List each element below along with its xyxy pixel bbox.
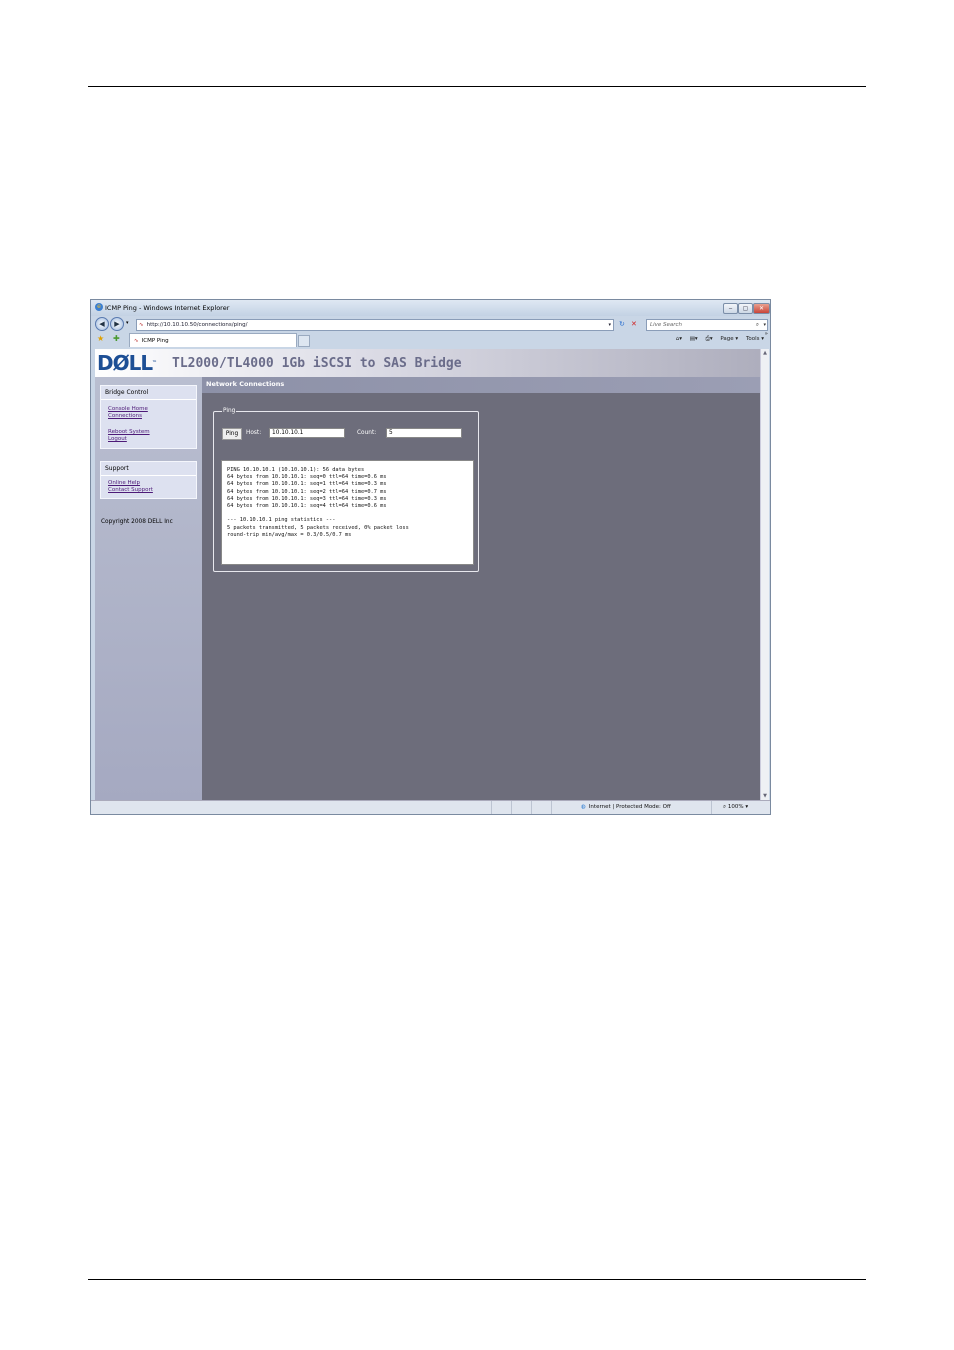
security-zone[interactable]: ◍ Internet | Protected Mode: Off [581,804,671,810]
title-bar: e ICMP Ping - Windows Internet Explorer … [91,300,770,316]
page-header: DØLL™ TL2000/TL4000 1Gb iSCSI to SAS Bri… [95,349,760,377]
zoom-control[interactable]: ⌕ 100% ▾ [723,804,748,811]
search-icon[interactable]: ⌕ [756,320,759,330]
status-divider [511,801,512,814]
page-viewport: DØLL™ TL2000/TL4000 1Gb iSCSI to SAS Bri… [95,349,760,800]
feeds-icon[interactable]: ▤▾ [690,336,698,342]
sidebar-link-reboot-system[interactable]: Reboot System [101,429,196,436]
support-title: Support [101,462,196,476]
sidebar-link-contact-support[interactable]: Contact Support [101,487,196,494]
page-icon: ∿ [139,322,144,328]
scroll-down-arrow-icon[interactable]: ▼ [761,793,769,799]
section-title: Network Connections [206,380,285,388]
home-icon[interactable]: ⌂▾ [676,336,682,342]
tab-icmp-ping[interactable]: ∿ ICMP Ping [129,333,297,347]
browser-window: e ICMP Ping - Windows Internet Explorer … [90,299,771,815]
support-box: Support Online Help Contact Support [100,461,197,499]
globe-icon: ◍ [581,804,586,810]
logo-text: DØLL [97,351,153,375]
favorites-star-icon[interactable]: ★ [97,334,104,344]
minimize-button[interactable]: ‒ [723,303,738,314]
bottom-rule [88,1279,866,1280]
status-bar: ◍ Internet | Protected Mode: Off ⌕ 100% ▾ [91,800,770,814]
zoom-text: 100% [727,804,744,810]
page-menu[interactable]: Page ▾ [720,336,738,342]
close-button[interactable]: ✕ [753,303,770,314]
host-label: Host: [246,430,262,436]
count-label: Count: [357,430,377,436]
command-bar: ⌂▾ ▤▾ ⎙▾ Page ▾ Tools ▾ » [670,331,768,343]
maximize-button[interactable]: ▢ [738,303,753,314]
tab-row: ★ ✚ ∿ ICMP Ping ⌂▾ ▤▾ ⎙▾ Page ▾ Tools ▾ » [91,331,770,348]
search-dropdown-icon[interactable]: ▾ [763,320,766,330]
new-tab-button[interactable] [298,335,310,347]
sidebar-link-console-home[interactable]: Console Home [101,406,196,413]
stop-icon[interactable]: ✕ [631,319,637,329]
address-row: ◀ ▶ ▾ ∿ http://10.10.10.50/connections/pi… [91,316,770,332]
header-title: TL2000/TL4000 1Gb iSCSI to SAS Bridge [172,356,462,371]
copyright: Copyright 2008 DELL Inc [101,519,173,525]
search-placeholder: Live Search [650,322,682,328]
logo-trademark: ™ [152,360,158,366]
status-divider [711,801,712,814]
sidebar-link-logout[interactable]: Logout [101,436,196,443]
status-divider [531,801,532,814]
bridge-control-title: Bridge Control [101,386,196,400]
sidebar-link-online-help[interactable]: Online Help [101,480,196,487]
ping-button[interactable]: Ping [222,428,242,440]
tab-page-icon: ∿ [134,338,139,344]
status-divider [491,801,492,814]
address-text: http://10.10.10.50/connections/ping/ [146,322,248,328]
vertical-scrollbar[interactable]: ▲ ▼ [760,349,769,800]
window-title: ICMP Ping - Windows Internet Explorer [105,304,230,312]
scroll-up-arrow-icon[interactable]: ▲ [761,350,769,356]
history-dropdown-icon[interactable]: ▾ [126,320,129,326]
address-dropdown-icon[interactable]: ▾ [608,320,611,330]
print-icon[interactable]: ⎙▾ [705,336,712,342]
tools-menu[interactable]: Tools ▾ [746,336,764,342]
address-bar[interactable]: ∿ http://10.10.10.50/connections/ping/ ▾ [136,319,614,331]
refresh-icon[interactable]: ↻ [619,319,625,329]
count-input[interactable]: 5 [386,428,462,438]
dell-logo: DØLL™ [97,353,157,373]
ping-output: PING 10.10.10.1 (10.10.10.1): 56 data by… [221,460,474,565]
sidebar-link-connections[interactable]: Connections [101,413,196,420]
top-rule [88,86,866,87]
toolbar-chevron-icon[interactable]: » [765,331,768,337]
forward-button[interactable]: ▶ [110,317,124,331]
sidebar: Bridge Control Console Home Connections … [95,377,202,800]
tab-label: ICMP Ping [141,338,169,344]
back-button[interactable]: ◀ [95,317,109,331]
add-favorites-icon[interactable]: ✚ [113,334,120,344]
search-input[interactable]: Live Search ⌕ ▾ [646,319,768,331]
bridge-control-box: Bridge Control Console Home Connections … [100,385,197,449]
ping-fieldset: Ping Ping Host: 10.10.10.1 Count: 5 PING… [213,408,479,572]
ping-legend: Ping [222,408,237,414]
status-divider [551,801,552,814]
ie-logo-icon: e [95,303,103,311]
section-header: Network Connections [202,377,760,393]
host-input[interactable]: 10.10.10.1 [269,428,345,438]
zone-text: Internet | Protected Mode: Off [588,804,671,810]
